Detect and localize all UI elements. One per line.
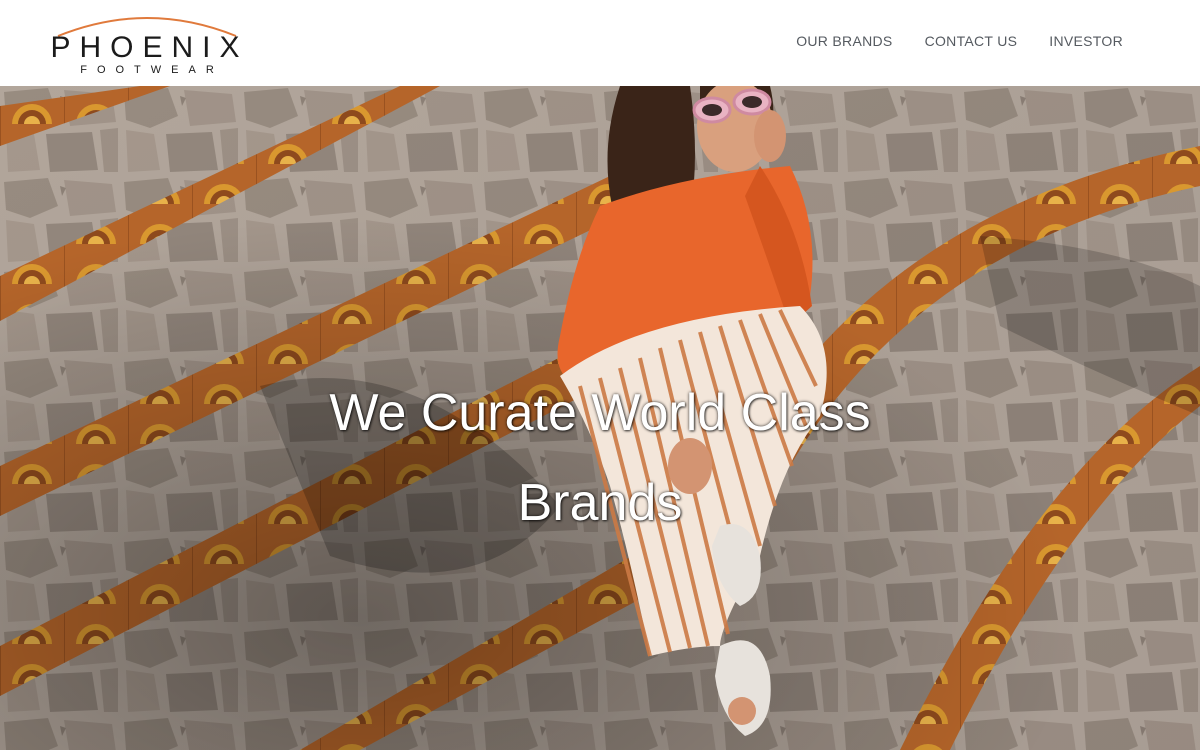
page: PHOENIX FOOTWEAR OUR BRANDS CONTACT US I… <box>0 0 1200 750</box>
nav-investor[interactable]: INVESTOR <box>1049 32 1123 50</box>
brand-name: PHOENIX <box>50 31 249 64</box>
nav-our-brands[interactable]: OUR BRANDS <box>796 32 892 50</box>
hero-banner: We Curate World Class Brands <box>0 86 1200 750</box>
site-header: PHOENIX FOOTWEAR OUR BRANDS CONTACT US I… <box>0 0 1200 86</box>
main-nav: OUR BRANDS CONTACT US INVESTOR <box>796 32 1123 50</box>
brand-logo[interactable]: PHOENIX FOOTWEAR <box>44 8 250 78</box>
brand-tagline: FOOTWEAR <box>80 64 224 76</box>
nav-contact-us[interactable]: CONTACT US <box>925 32 1018 50</box>
hero-headline: We Curate World Class Brands <box>329 384 871 532</box>
